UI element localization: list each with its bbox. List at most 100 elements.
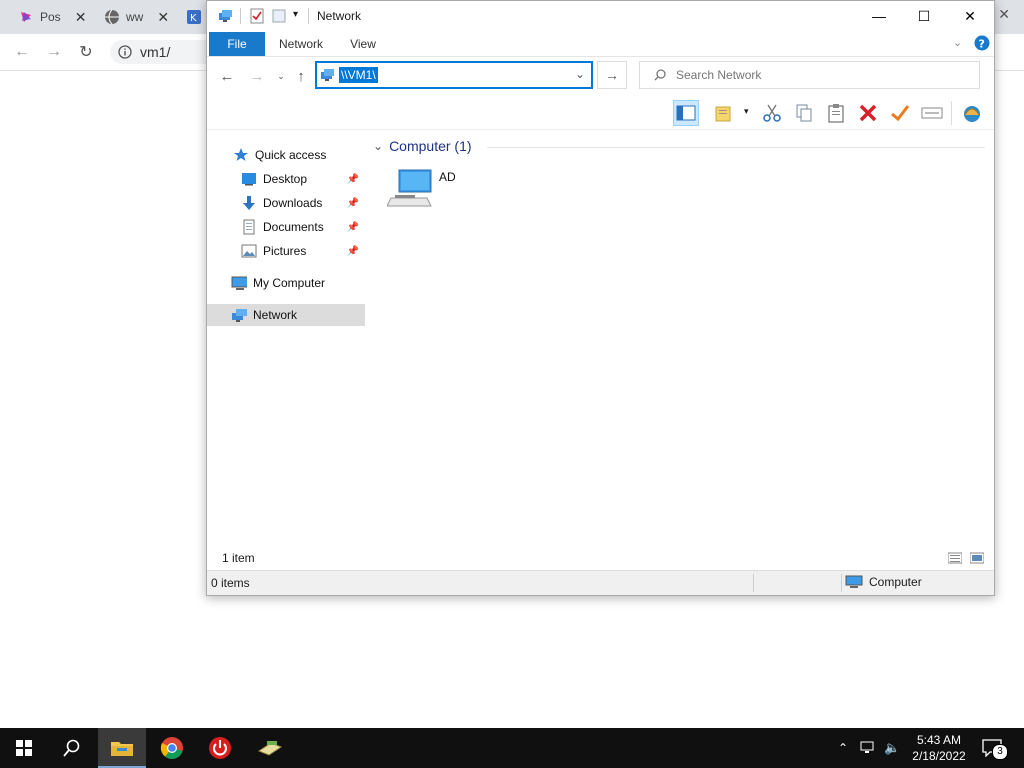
browser-tab-1[interactable]: Pos ✕ (18, 4, 86, 30)
view-switcher (948, 552, 984, 564)
chevron-down-icon[interactable]: ⌄ (575, 67, 585, 81)
minimize-icon[interactable]: — (856, 1, 902, 31)
up-arrow-icon[interactable]: ↑ (291, 66, 311, 86)
close-icon[interactable]: ✕ (75, 9, 87, 26)
computer-item-label: AD (439, 170, 456, 184)
nav-label: Pictures (263, 244, 307, 258)
arrow-right-icon: → (605, 67, 619, 83)
picture-icon (241, 244, 257, 258)
back-arrow-icon[interactable]: ← (10, 40, 34, 64)
search-button[interactable] (48, 728, 96, 768)
file-explorer-window: ▾ Network — ☐ ✕ File Network View ⌄ ? ← … (206, 0, 995, 596)
close-icon[interactable]: ✕ (947, 1, 993, 31)
group-divider (487, 147, 985, 148)
desktop-icon (242, 173, 256, 186)
pin-icon[interactable]: 📌 (347, 174, 359, 185)
chrome-icon (160, 737, 183, 759)
document-icon (243, 219, 255, 235)
nav-label: My Computer (253, 276, 326, 290)
maximize-icon[interactable]: ☐ (901, 1, 947, 31)
new-note-button[interactable] (712, 100, 738, 126)
navigation-pane-button[interactable] (673, 100, 699, 126)
pin-icon[interactable]: 📌 (347, 246, 359, 257)
details-view-icon[interactable] (948, 552, 962, 564)
shell-button[interactable] (959, 100, 985, 126)
pin-icon[interactable]: 📌 (347, 198, 359, 209)
divider (841, 574, 842, 592)
nav-item-desktop[interactable]: Desktop 📌 (207, 168, 365, 190)
tab-favicon-icon (21, 12, 31, 22)
zone-label: Computer (869, 575, 922, 589)
new-folder-icon[interactable] (271, 8, 287, 24)
power-icon (209, 737, 231, 759)
search-box[interactable]: Search Network (639, 61, 980, 89)
address-bar[interactable]: \\VM1\ ⌄ (315, 61, 593, 89)
nav-item-quick-access[interactable]: Quick access (207, 144, 365, 166)
tab-view[interactable]: View (343, 32, 383, 56)
ribbon-tabs: File Network View ⌄ ? (207, 32, 994, 57)
nav-item-documents[interactable]: Documents 📌 (207, 216, 365, 238)
nav-item-pictures[interactable]: Pictures 📌 (207, 240, 365, 262)
notifications-button[interactable]: 3 (980, 736, 1008, 760)
clock-time: 5:43 AM (916, 733, 962, 747)
tab-network[interactable]: Network (273, 32, 329, 56)
qa-dropdown-icon[interactable]: ▾ (293, 9, 298, 20)
nav-label: Quick access (255, 148, 327, 162)
copy-button[interactable] (791, 100, 817, 126)
paste-button[interactable] (823, 100, 849, 126)
browser-tab-3[interactable]: K (186, 4, 202, 30)
cut-button[interactable] (759, 100, 785, 126)
go-button[interactable]: → (597, 61, 627, 89)
apply-button[interactable] (887, 100, 913, 126)
start-button[interactable] (0, 728, 48, 768)
tab-file[interactable]: File (209, 32, 265, 56)
chrome-taskbar-button[interactable] (148, 728, 196, 768)
properties-icon[interactable] (249, 8, 265, 24)
close-icon[interactable]: ✕ (998, 6, 1010, 23)
download-arrow-icon (243, 196, 255, 210)
nav-item-my-computer[interactable]: My Computer (207, 272, 365, 294)
computer-item[interactable]: AD (387, 168, 507, 216)
item-count-row: 1 item (207, 548, 994, 568)
volume-icon[interactable]: 🔈 (884, 740, 900, 756)
status-bar: 0 items Computer (207, 570, 994, 595)
nav-item-network[interactable]: Network (207, 304, 365, 326)
close-icon[interactable]: ✕ (157, 9, 169, 26)
clipboard-icon (828, 104, 844, 123)
reload-icon[interactable]: ↻ (74, 40, 98, 64)
svg-text:?: ? (979, 38, 985, 51)
clock[interactable]: 5:43 AM 2/18/2022 (904, 732, 974, 764)
help-icon[interactable]: ? (974, 35, 990, 51)
group-header[interactable]: ⌄ Computer (1) (373, 138, 472, 154)
forward-arrow-icon[interactable]: → (247, 66, 267, 86)
navigation-pane: Quick access Desktop 📌 Downloads 📌 Docum… (207, 130, 365, 548)
svg-text:K: K (190, 13, 197, 24)
forward-arrow-icon[interactable]: → (42, 40, 66, 64)
item-count: 1 item (222, 551, 255, 565)
file-explorer-taskbar-button[interactable] (98, 728, 146, 768)
clock-date: 2/18/2022 (912, 749, 966, 763)
chevron-up-icon[interactable]: ⌃ (838, 741, 848, 755)
content-pane: ⌄ Computer (1) AD (367, 130, 994, 548)
checkmark-icon (891, 105, 910, 122)
title-bar: ▾ Network — ☐ ✕ (207, 1, 994, 31)
nav-item-downloads[interactable]: Downloads 📌 (207, 192, 365, 214)
search-icon (63, 739, 80, 757)
back-arrow-icon[interactable]: ← (217, 66, 237, 86)
system-tray: ⌃ 🔈 (838, 728, 900, 768)
app-taskbar-button[interactable] (246, 728, 294, 768)
large-icons-view-icon[interactable] (970, 552, 984, 564)
power-app-taskbar-button[interactable] (196, 728, 244, 768)
selected-count: 0 items (211, 576, 250, 590)
rename-button[interactable] (919, 100, 945, 126)
scissors-icon (763, 104, 781, 122)
delete-button[interactable] (855, 100, 881, 126)
chevron-down-icon[interactable]: ▾ (744, 106, 749, 117)
ribbon-expand-icon[interactable]: ⌄ (953, 36, 962, 49)
network-status-icon[interactable] (860, 741, 876, 755)
folder-icon (111, 742, 133, 756)
recent-locations-icon[interactable]: ⌄ (271, 66, 291, 86)
pin-icon[interactable]: 📌 (347, 222, 359, 233)
zone-indicator: Computer (845, 575, 922, 589)
browser-tab-2[interactable]: ww ✕ (104, 4, 169, 30)
